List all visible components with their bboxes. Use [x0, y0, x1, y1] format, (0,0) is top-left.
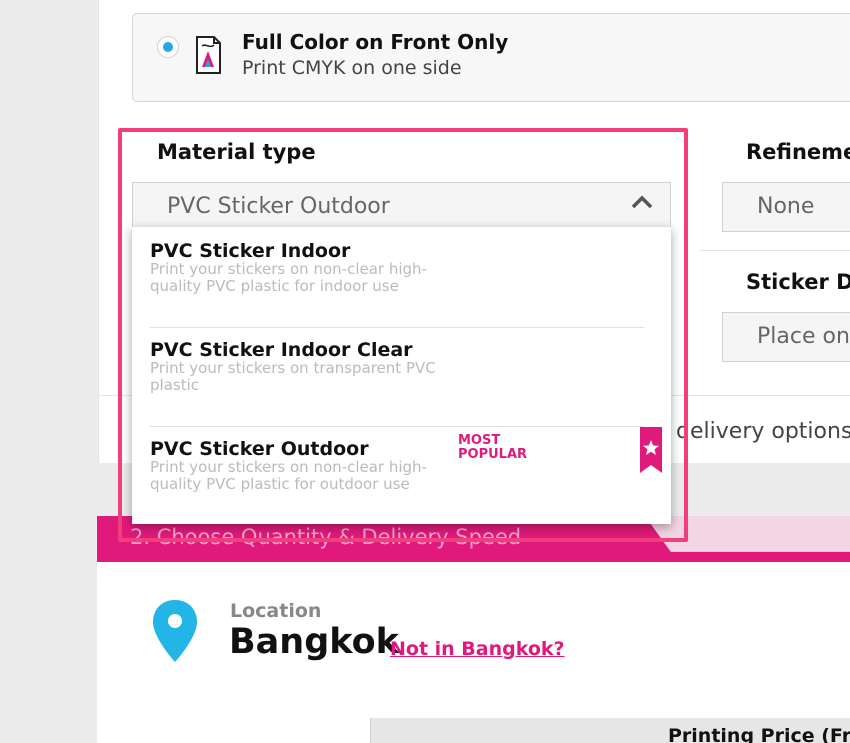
print-option-radio[interactable]: [157, 36, 179, 58]
material-type-label: Material type: [157, 140, 316, 164]
option-description: Print your stickers on non-clear high-qu…: [150, 260, 427, 295]
price-table-header-text: Printing Price (Free: [668, 725, 850, 743]
sticker-delivery-label: Sticker De: [746, 270, 850, 294]
section-2-title: 2. Choose Quantity & Delivery Speed: [130, 525, 522, 549]
most-popular-badge: MOST POPULAR: [458, 433, 528, 462]
divider: [700, 250, 850, 251]
print-sheet-icon: [196, 36, 221, 74]
delivery-options-text: r delivery options: [660, 419, 850, 444]
dropdown-option-pvc-outdoor[interactable]: PVC Sticker Outdoor Print your stickers …: [150, 437, 650, 493]
dropdown-option-pvc-indoor-clear[interactable]: PVC Sticker Indoor Clear Print your stic…: [150, 338, 650, 394]
refinement-select[interactable]: None: [722, 182, 850, 232]
dropdown-option-pvc-indoor[interactable]: PVC Sticker Indoor Print your stickers o…: [150, 239, 650, 295]
refinement-label: Refineme: [746, 140, 850, 164]
chevron-up-icon[interactable]: [630, 194, 654, 210]
material-dropdown-menu: PVC Sticker Indoor Print your stickers o…: [132, 227, 671, 524]
location-city: Bangkok: [229, 622, 399, 662]
print-option-title: Full Color on Front Only: [242, 30, 509, 54]
sticker-delivery-select[interactable]: Place on: [722, 312, 850, 362]
divider: [150, 327, 644, 328]
print-option-subtitle: Print CMYK on one side: [242, 57, 462, 79]
print-option-card[interactable]: [132, 13, 850, 102]
option-description: Print your stickers on transparent PVC p…: [150, 359, 436, 394]
star-ribbon-icon: [640, 427, 662, 473]
divider: [150, 426, 644, 427]
location-pin-icon: [153, 600, 197, 662]
option-description: Print your stickers on non-clear high-qu…: [150, 458, 427, 493]
location-label: Location: [230, 600, 322, 622]
material-type-select[interactable]: PVC Sticker Outdoor: [132, 182, 671, 232]
change-location-link[interactable]: Not in Bangkok?: [390, 638, 565, 660]
